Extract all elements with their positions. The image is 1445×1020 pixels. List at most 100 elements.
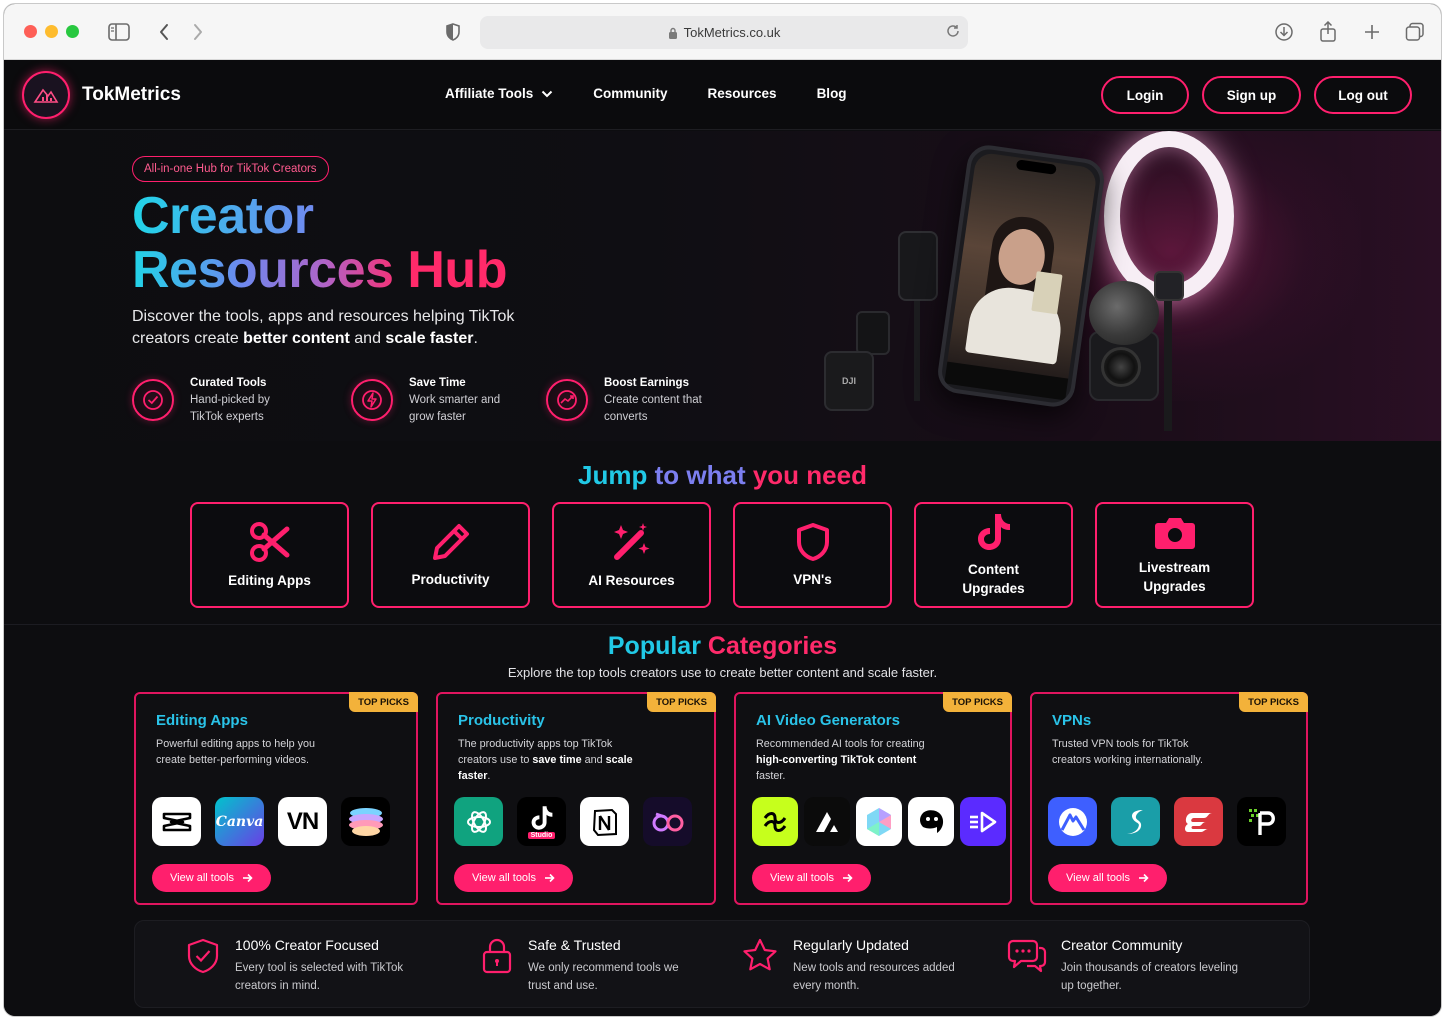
card-editing-apps: TOP PICKS Editing Apps Powerful editing … (134, 692, 418, 905)
tile-ai-resources[interactable]: AI Resources (552, 502, 711, 608)
feature-save-time: Save Time Work smarter and grow faster (351, 375, 500, 426)
value-creator-focused: 100% Creator Focused Every tool is selec… (185, 937, 403, 995)
card-title[interactable]: VPNs (1052, 712, 1091, 729)
new-tab-icon[interactable] (1358, 18, 1386, 46)
feature-desc: converts (604, 411, 648, 423)
popular-title-part: Categories (707, 632, 838, 660)
studio-label: Studio (527, 831, 556, 839)
chatgpt-icon[interactable] (454, 797, 503, 846)
share-icon[interactable] (1314, 18, 1342, 46)
sidebar-icon[interactable] (105, 18, 133, 46)
privacy-shield-icon[interactable] (439, 18, 467, 46)
view-all-label: View all tools (1066, 872, 1130, 884)
pictory-icon[interactable] (856, 797, 902, 846)
card-title[interactable]: AI Video Generators (756, 712, 900, 729)
logout-button[interactable]: Log out (1314, 76, 1412, 114)
notion-icon[interactable] (580, 797, 629, 846)
invideo-icon[interactable] (960, 797, 1006, 846)
value-desc: up together. (1061, 980, 1122, 992)
card-vpns: TOP PICKS VPNs Trusted VPN tools for Tik… (1030, 692, 1308, 905)
jump-section-title: Jump to what you need (4, 460, 1441, 491)
tile-label: AI Resources (588, 572, 675, 588)
brand-logo-icon[interactable] (22, 71, 70, 119)
top-picks-badge: TOP PICKS (349, 692, 418, 712)
nav-resources[interactable]: Resources (708, 86, 777, 101)
card-desc-text: and (581, 754, 606, 766)
minimize-window-button[interactable] (45, 25, 58, 38)
jump-tiles: Editing Apps Productivity AI Resources V… (190, 502, 1254, 608)
value-desc: Join thousands of creators leveling (1061, 962, 1239, 974)
nav-community[interactable]: Community (593, 86, 667, 101)
browser-window: TokMetrics.co.uk TokMetrics Affiliate To… (3, 3, 1442, 1017)
zebracat-icon[interactable] (752, 797, 798, 846)
dji-camera-image: DJI (824, 351, 874, 411)
feature-desc: TikTok experts (190, 411, 264, 423)
nordvpn-icon[interactable] (1048, 797, 1097, 846)
browser-toolbar: TokMetrics.co.uk (4, 4, 1441, 60)
tile-productivity[interactable]: Productivity (371, 502, 530, 608)
category-cards: TOP PICKS Editing Apps Powerful editing … (134, 692, 1308, 905)
tile-livestream-upgrades[interactable]: Livestream Upgrades (1095, 502, 1254, 608)
card-title[interactable]: Productivity (458, 712, 545, 729)
ipvanish-icon[interactable] (1237, 797, 1286, 846)
url-text: TokMetrics.co.uk (683, 25, 781, 40)
close-window-button[interactable] (24, 25, 37, 38)
view-all-tools-button[interactable]: View all tools (454, 864, 573, 892)
canva-icon[interactable]: Canva (215, 797, 264, 846)
hero-badge: All-in-one Hub for TikTok Creators (132, 156, 329, 182)
vidiq-icon[interactable] (643, 797, 692, 846)
login-button[interactable]: Login (1101, 76, 1189, 114)
scissors-icon (249, 521, 289, 562)
value-desc: We only recommend tools we (528, 962, 679, 974)
tab-overview-icon[interactable] (1401, 18, 1429, 46)
app-icons: Canva VN (152, 797, 390, 846)
arrow-right-icon (1139, 873, 1149, 883)
microphone-image (1089, 281, 1159, 345)
arcads-icon[interactable] (804, 797, 850, 846)
address-bar[interactable]: TokMetrics.co.uk (480, 16, 968, 49)
card-productivity: TOP PICKS Productivity The productivity … (436, 692, 716, 905)
hero-desc-text: . (473, 330, 478, 347)
view-all-tools-button[interactable]: View all tools (152, 864, 271, 892)
pencil-icon (432, 523, 469, 560)
card-desc-text: faster. (756, 770, 786, 782)
card-desc-bold: high-converting TikTok content (756, 754, 917, 766)
zoom-window-button[interactable] (66, 25, 79, 38)
surfshark-icon[interactable] (1111, 797, 1160, 846)
back-icon[interactable] (150, 18, 178, 46)
feature-text: Save Time Work smarter and grow faster (409, 375, 500, 426)
page-content: TokMetrics Affiliate Tools Community Res… (4, 60, 1441, 1016)
nav-blog[interactable]: Blog (817, 86, 847, 101)
arrow-right-icon (843, 873, 853, 883)
forward-icon[interactable] (184, 18, 212, 46)
hero-desc-text: and (349, 330, 386, 347)
view-all-tools-button[interactable]: View all tools (1048, 864, 1167, 892)
prequel-icon[interactable] (341, 797, 390, 846)
value-creator-community: Creator Community Join thousands of crea… (1007, 937, 1238, 995)
vn-icon[interactable]: VN (278, 797, 327, 846)
expressvpn-icon[interactable] (1174, 797, 1223, 846)
tile-vpns[interactable]: VPN's (733, 502, 892, 608)
reload-icon[interactable] (946, 24, 960, 38)
tile-content-upgrades[interactable]: Content Upgrades (914, 502, 1073, 608)
creatify-icon[interactable] (908, 797, 954, 846)
tiktok-studio-icon[interactable]: Studio (517, 797, 566, 846)
card-desc-text: Recommended AI tools for creating (756, 738, 925, 750)
card-description: Recommended AI tools for creating high-c… (756, 736, 942, 784)
card-title[interactable]: Editing Apps (156, 712, 248, 729)
brand-name[interactable]: TokMetrics (82, 84, 181, 106)
nav-affiliate-tools[interactable]: Affiliate Tools (445, 86, 553, 101)
card-ai-video-generators: TOP PICKS AI Video Generators Recommende… (734, 692, 1012, 905)
capcut-icon[interactable] (152, 797, 201, 846)
view-all-tools-button[interactable]: View all tools (752, 864, 871, 892)
lightning-icon (351, 379, 393, 421)
check-circle-icon (132, 379, 174, 421)
magic-wand-icon (613, 522, 649, 560)
hero-title-resources: Resources (132, 241, 408, 299)
app-icons (1048, 797, 1286, 846)
download-icon[interactable] (1270, 18, 1298, 46)
card-description: Trusted VPN tools for TikTok creators wo… (1052, 738, 1204, 766)
growth-chart-icon (546, 379, 588, 421)
signup-button[interactable]: Sign up (1202, 76, 1301, 114)
tile-editing-apps[interactable]: Editing Apps (190, 502, 349, 608)
